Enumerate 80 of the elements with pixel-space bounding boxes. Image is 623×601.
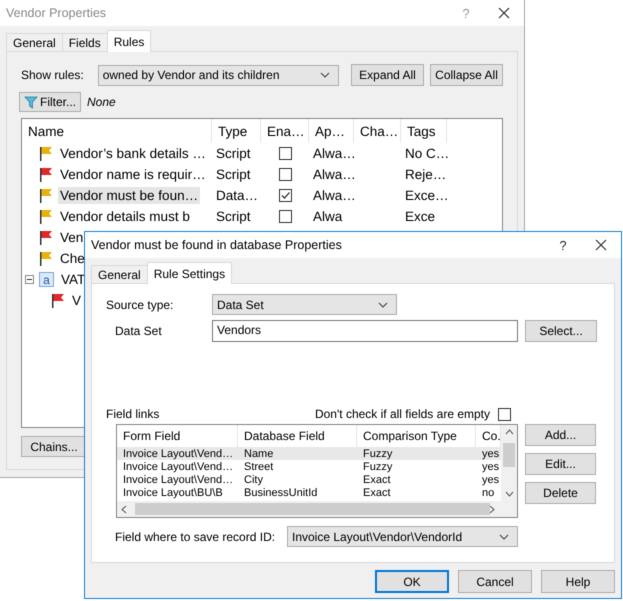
tab[interactable]: Rule Settings [146, 262, 232, 284]
tree-button[interactable]: Collapse All [430, 64, 503, 86]
rule-name[interactable]: Vendor’s bank details … [58, 145, 208, 162]
scroll-down-icon[interactable] [504, 491, 514, 497]
tree-button[interactable]: Expand All [351, 64, 424, 86]
column-header[interactable]: Type [212, 119, 261, 143]
checkbox[interactable] [278, 210, 292, 223]
rule-name[interactable]: V [70, 292, 84, 309]
chains-button[interactable]: Chains... [21, 436, 87, 457]
rule-name[interactable]: VAT [59, 271, 88, 288]
close-icon[interactable] [498, 7, 510, 19]
filter-button[interactable]: Filter... [19, 92, 82, 112]
tab[interactable]: General [6, 33, 63, 52]
filter-value: None [87, 95, 116, 109]
type-cell: Script [216, 209, 251, 224]
column-header[interactable]: Name [22, 119, 212, 143]
record-id-dropdown[interactable]: Invoice Layout\Vendor\VendorId [287, 526, 518, 547]
checkbox[interactable] [278, 168, 292, 181]
type-cell: Script [216, 146, 251, 161]
rule-name[interactable]: Vendor name is requir… [58, 166, 208, 183]
column-header[interactable]: Tags [401, 119, 447, 143]
scroll-thumb[interactable] [503, 443, 515, 467]
tags-cell: Exce… [405, 188, 449, 203]
column-header[interactable]: Cha… [354, 119, 401, 143]
tab[interactable]: Rules [106, 30, 152, 52]
caret-icon [499, 534, 509, 540]
scroll-left-icon[interactable] [121, 504, 127, 514]
dialog-button[interactable]: Cancel [458, 570, 532, 593]
list-row[interactable]: Invoice Layout\Vend… Street Fuzzy yes [117, 460, 501, 473]
scroll-thumb[interactable] [135, 503, 490, 515]
list-button[interactable]: Delete [525, 482, 596, 504]
show-rules-label: Show rules: [21, 68, 84, 82]
data-set-label: Data Set [114, 324, 163, 338]
source-type-label: Source type: [106, 298, 174, 312]
scroll-up-icon[interactable] [504, 429, 514, 435]
record-id-label: Field where to save record ID: [114, 530, 276, 544]
list-row[interactable]: Invoice Layout\Vend… Name Fuzzy yes [117, 447, 501, 460]
type-cell: Script [216, 167, 251, 182]
caret-icon [378, 302, 388, 308]
collapse-icon[interactable] [25, 275, 34, 284]
list-row[interactable]: Invoice Layout\BU\B BusinessUnitId Exact no [117, 486, 501, 499]
rule-name[interactable]: Vendor must be foun… [58, 187, 200, 204]
column-header[interactable]: Ena… [261, 119, 309, 143]
applies-cell: Alwa… [313, 188, 356, 203]
checkbox[interactable] [278, 147, 292, 160]
tags-cell: Reje… [405, 167, 446, 182]
field-links-label: Field links [106, 407, 160, 421]
list-button[interactable]: Edit... [525, 453, 596, 475]
horizontal-scrollbar[interactable] [117, 501, 517, 517]
checkbox[interactable] [278, 189, 292, 202]
show-rules-dropdown[interactable]: owned by Vendor and its children [98, 64, 339, 86]
window-title: Vendor must be found in database Properties [91, 238, 343, 252]
help-button[interactable]: ? [551, 238, 575, 252]
applies-cell: Alwa… [313, 146, 356, 161]
scroll-right-icon[interactable] [489, 504, 495, 514]
select-button[interactable]: Select... [525, 320, 597, 342]
rule-name[interactable]: Ven [58, 229, 86, 246]
rule-name[interactable]: Che [58, 250, 87, 267]
type-cell: Data… [216, 188, 258, 203]
tags-cell: No C… [405, 146, 450, 161]
group-icon: a [39, 272, 54, 287]
tags-cell: Exce [405, 209, 436, 224]
source-type-dropdown[interactable]: Data Set [212, 294, 397, 315]
funnel-icon [24, 96, 38, 108]
tab[interactable]: General [91, 265, 148, 284]
vertical-scrollbar[interactable] [501, 425, 517, 501]
caret-icon [320, 72, 330, 78]
column-header[interactable]: Ap… [309, 119, 354, 143]
window-title: Vendor Properties [6, 6, 108, 20]
applies-cell: Alwa… [313, 167, 356, 182]
dialog-button[interactable]: Help [541, 570, 615, 593]
close-icon[interactable] [595, 239, 607, 251]
applies-cell: Alwa [313, 209, 342, 224]
data-set-field[interactable]: Vendors [212, 320, 518, 342]
dont-check-label: Don't check if all fields are empty [314, 407, 490, 421]
checkbox[interactable] [498, 408, 511, 420]
list-button[interactable]: Add... [525, 424, 596, 446]
rule-name[interactable]: Vendor details must b [58, 208, 192, 225]
list-row[interactable]: Invoice Layout\Vend… City Exact yes [117, 473, 501, 486]
dialog-button[interactable]: OK [375, 570, 449, 593]
